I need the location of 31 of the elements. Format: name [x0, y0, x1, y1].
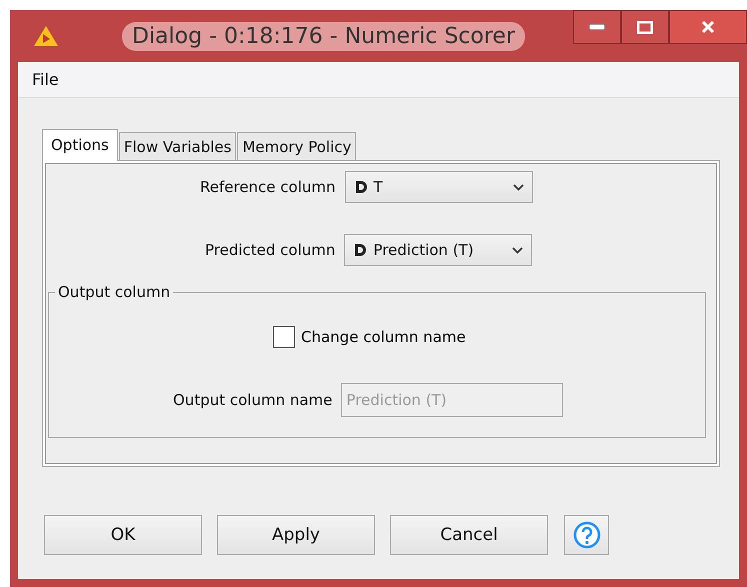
chevron-down-icon: [512, 246, 524, 254]
dialog-button[interactable]: Apply: [217, 515, 375, 555]
group-title: Output column: [55, 283, 174, 301]
column-dropdown[interactable]: T: [344, 171, 533, 203]
field-label: Predicted column: [205, 241, 336, 259]
checkbox[interactable]: [273, 326, 295, 348]
dialog-button[interactable]: OK: [44, 515, 202, 555]
help-button[interactable]: [564, 515, 609, 555]
column-dropdown[interactable]: Prediction (T): [344, 234, 532, 266]
tab[interactable]: Flow Variables: [118, 132, 236, 160]
tab[interactable]: Memory Policy: [237, 132, 356, 160]
window-title: Dialog - 0:18:176 - Numeric Scorer: [122, 22, 526, 50]
double-type-icon: [353, 243, 368, 257]
dropdown-value: T: [374, 178, 384, 196]
close-button[interactable]: [669, 10, 747, 44]
field-label: Reference column: [200, 178, 336, 196]
dropdown-value: Prediction (T): [373, 241, 475, 259]
menu-item[interactable]: File: [32, 70, 59, 89]
triangle-logo-icon: [34, 26, 58, 46]
chevron-down-icon: [512, 184, 524, 190]
dialog-button[interactable]: Cancel: [390, 515, 548, 555]
double-type-icon: [354, 180, 368, 194]
maximize-icon: [637, 20, 653, 34]
tab[interactable]: Options: [42, 129, 118, 161]
close-icon: [701, 21, 715, 33]
minimize-button[interactable]: [573, 10, 621, 44]
help-icon: [572, 521, 600, 549]
maximize-button[interactable]: [621, 10, 669, 44]
minimize-icon: [589, 24, 605, 30]
field-label: Output column name: [173, 391, 332, 409]
checkbox-label: Change column name: [301, 328, 466, 346]
